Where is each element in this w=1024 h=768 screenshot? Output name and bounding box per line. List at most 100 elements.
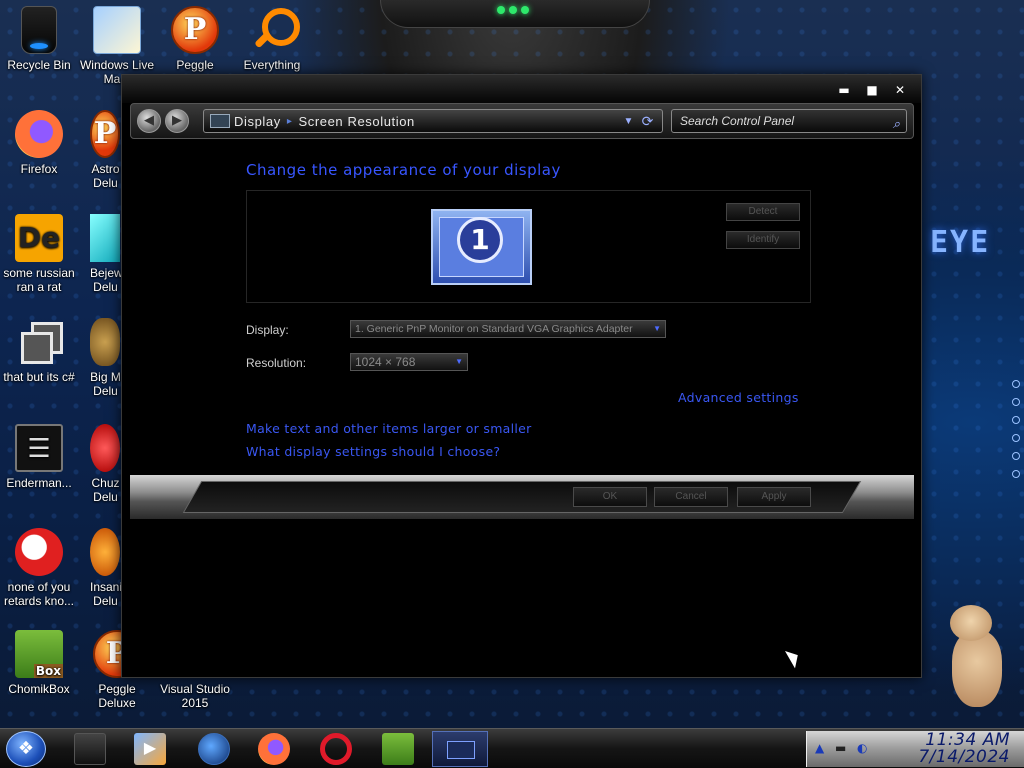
breadcrumb-separator-icon[interactable]: ▸ — [287, 116, 293, 127]
firefox-icon — [15, 110, 63, 158]
taskbar-chomikbox-icon[interactable] — [382, 733, 414, 765]
display-settings-help-link[interactable]: What display settings should I choose? — [246, 444, 500, 459]
desktop-icon-recycle-bin[interactable]: Recycle Bin — [0, 6, 78, 72]
desktop-icon-label: Bejew Delu — [90, 266, 121, 294]
chevron-down-icon: ▼ — [653, 324, 661, 333]
desktop-icon-label: Firefox — [20, 162, 58, 176]
wallpaper-metal-trim — [380, 0, 650, 28]
search-placeholder: Search Control Panel — [680, 114, 795, 128]
de-app-icon: De — [15, 214, 63, 262]
clock[interactable]: 11:34 AM 7/14/2024 — [918, 732, 1010, 766]
system-tray: ▲ ▬ ◐ 11:34 AM 7/14/2024 — [806, 731, 1024, 767]
monitor-1-thumbnail[interactable]: 1 — [431, 209, 532, 285]
window-content: Change the appearance of your display 1 … — [122, 141, 921, 476]
hamster-mascot — [946, 605, 1006, 710]
resolution-select-value: 1024 × 768 — [355, 355, 416, 369]
desktop-icon-none-of-you[interactable]: none of you retards kno... — [0, 528, 78, 608]
desktop-icon-label: Big M Delu — [90, 370, 121, 398]
desktop-icon-label: Insaniq Delu — [90, 580, 121, 608]
desktop-icon-label: ChomikBox — [8, 682, 70, 696]
advanced-settings-link[interactable]: Advanced settings — [678, 390, 799, 405]
forward-button[interactable]: ▶ — [165, 109, 189, 133]
chevron-down-icon: ▼ — [455, 357, 463, 366]
chuzzle-icon — [90, 424, 120, 472]
desktop-icon-label: Visual Studio 2015 — [160, 682, 230, 710]
taskbar: ▲ ▬ ◐ 11:34 AM 7/14/2024 — [0, 728, 1024, 768]
windows-live-mail-icon — [93, 6, 141, 54]
breadcrumb-screen-resolution[interactable]: Screen Resolution — [298, 114, 414, 129]
search-icon[interactable]: ⌕ — [893, 113, 900, 135]
desktop-icon-label: Enderman... — [6, 476, 72, 490]
desktop-icon-some-russian-ran-a-rat[interactable]: De some russian ran a rat — [0, 214, 78, 294]
tray-keyboard-icon[interactable]: ▬ — [835, 741, 846, 755]
copy-icon — [15, 318, 63, 366]
tray-expand-icon[interactable]: ▲ — [815, 741, 824, 755]
desktop-icon-astro[interactable]: Astro Delu — [90, 110, 121, 190]
close-button[interactable]: ✕ — [893, 84, 907, 97]
desktop-icon-insaniquarium[interactable]: Insaniq Delu — [90, 528, 121, 608]
taskbar-firefox-icon[interactable] — [258, 733, 290, 765]
desktop-icon-bejeweled[interactable]: Bejew Delu — [90, 214, 121, 294]
desktop-icon-big-money[interactable]: Big M Delu — [90, 318, 121, 398]
desktop-icon-label: that but its c# — [3, 370, 75, 384]
display-label: Display: — [246, 323, 289, 337]
navigation-bar: ◀ ▶ Display ▸ Screen Resolution ▼ ⟳ Sear… — [130, 103, 914, 139]
desktop-icon-label: Peggle Deluxe — [98, 682, 136, 710]
window-controls: ▬ ■ ✕ — [837, 84, 907, 97]
cancel-button[interactable]: Cancel — [654, 487, 728, 507]
apply-button[interactable]: Apply — [737, 487, 811, 507]
desktop-icon-label: none of you retards kno... — [3, 580, 75, 608]
enderman-icon — [15, 424, 63, 472]
taskbar-file-explorer-icon[interactable] — [74, 733, 106, 765]
wallpaper-eye-text: EYE — [930, 225, 991, 260]
resolution-select[interactable]: 1024 × 768 ▼ — [350, 353, 468, 371]
address-bar[interactable]: Display ▸ Screen Resolution ▼ ⟳ — [203, 109, 663, 133]
page-title: Change the appearance of your display — [246, 161, 561, 179]
hamster-head — [950, 605, 992, 641]
desktop-icon-that-but-its-csharp[interactable]: that but its c# — [0, 318, 78, 384]
taskbar-screen-resolution-window[interactable] — [432, 731, 488, 767]
display-select-value: 1. Generic PnP Monitor on Standard VGA G… — [355, 323, 633, 335]
desktop-icon-enderman[interactable]: Enderman... — [0, 424, 78, 490]
red-bird-icon — [15, 528, 63, 576]
address-dropdown-icon[interactable]: ▼ — [624, 116, 635, 127]
recycle-bin-icon — [21, 6, 57, 54]
desktop-icon-label: Peggle — [176, 58, 214, 72]
text-size-link[interactable]: Make text and other items larger or smal… — [246, 421, 532, 436]
resolution-label: Resolution: — [246, 356, 307, 370]
control-panel-icon — [210, 114, 230, 128]
start-button[interactable] — [6, 731, 46, 767]
desktop-icon-chuzzle[interactable]: Chuz Delu — [90, 424, 121, 504]
taskbar-globe-icon[interactable] — [198, 733, 230, 765]
detect-button[interactable]: Detect — [726, 203, 800, 221]
monitor-number: 1 — [457, 217, 503, 263]
tray-network-icon[interactable]: ◐ — [857, 741, 867, 755]
desktop-icon-label: Astro Delu — [91, 162, 120, 190]
ok-button[interactable]: OK — [573, 487, 647, 507]
desktop-icon-label: some russian ran a rat — [3, 266, 75, 294]
back-button[interactable]: ◀ — [137, 109, 161, 133]
insaniquarium-icon — [90, 528, 120, 576]
window-titlebar[interactable]: ▬ ■ ✕ — [122, 75, 921, 103]
taskbar-media-player-icon[interactable] — [134, 733, 166, 765]
maximize-button[interactable]: ■ — [865, 84, 879, 97]
breadcrumb-display[interactable]: Display — [234, 114, 281, 129]
taskbar-opera-icon[interactable] — [320, 733, 352, 765]
display-select[interactable]: 1. Generic PnP Monitor on Standard VGA G… — [350, 320, 666, 338]
desktop-icon-everything[interactable]: Everything — [233, 6, 311, 72]
chomikbox-icon — [15, 630, 63, 678]
desktop-icon-label: Recycle Bin — [7, 58, 71, 72]
desktop-icon-firefox[interactable]: Firefox — [0, 110, 78, 176]
screen-resolution-window: ▬ ■ ✕ ◀ ▶ Display ▸ Screen Resolution ▼ … — [121, 74, 922, 678]
minimize-button[interactable]: ▬ — [837, 84, 851, 97]
wallpaper-rail-dots — [1012, 380, 1020, 478]
desktop-icon-label: Chuz Delu — [91, 476, 120, 504]
desktop-icon-chomikbox[interactable]: ChomikBox — [0, 630, 78, 696]
desktop-icon-peggle[interactable]: Peggle — [156, 6, 234, 72]
astro-game-icon — [90, 110, 120, 158]
refresh-icon[interactable]: ⟳ — [642, 113, 654, 130]
search-input[interactable]: Search Control Panel ⌕ — [671, 109, 907, 133]
peggle-icon — [171, 6, 219, 54]
everything-search-icon — [248, 6, 300, 54]
identify-button[interactable]: Identify — [726, 231, 800, 249]
